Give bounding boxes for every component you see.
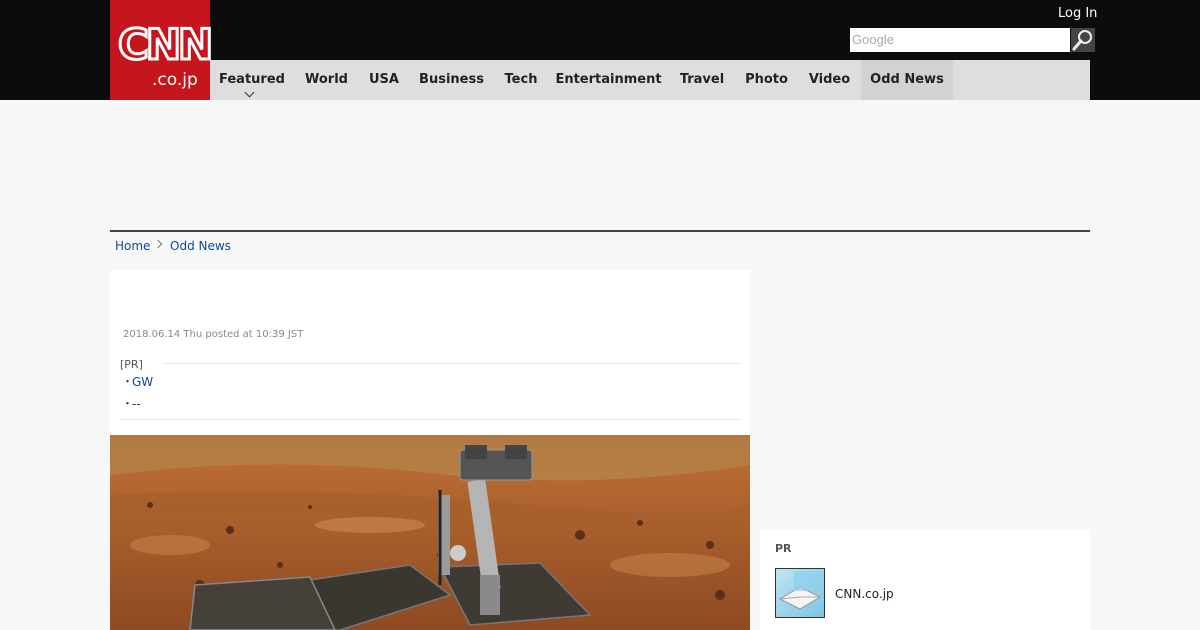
logo-subtext: .co.jp (152, 70, 198, 90)
pr-item-link[interactable]: CNN.co.jp (835, 587, 894, 601)
nav-item-travel[interactable]: Travel (669, 60, 735, 100)
nav-item-usa[interactable]: USA (359, 60, 409, 100)
pr-thumbnail[interactable] (775, 568, 825, 618)
article-date: 2018.06.14 Thu posted at 10:39 JST (123, 329, 304, 340)
sidebar-pr-box: PR CNN.co.jp (760, 530, 1090, 630)
nav-item-entertainment[interactable]: Entertainment (548, 60, 669, 100)
nav-item-tech[interactable]: Tech (494, 60, 548, 100)
nav-item-odd-news[interactable]: Odd News (861, 60, 953, 100)
article-photo[interactable] (110, 435, 750, 630)
envelope-icon (778, 571, 824, 610)
section-divider (110, 230, 1090, 232)
login-link[interactable]: Log In (1058, 6, 1097, 22)
nav-item-video[interactable]: Video (798, 60, 861, 100)
chevron-down-icon (244, 87, 255, 98)
search-icon (1072, 30, 1092, 51)
breadcrumb-odd-news[interactable]: Odd News (170, 238, 231, 254)
nav-item-business[interactable]: Business (409, 60, 494, 100)
pr-label: [PR] (120, 358, 143, 371)
divider-line (120, 419, 740, 420)
main-nav: Featured World USA Business Tech Enterta… (210, 60, 1090, 100)
logo-text: CNN (116, 20, 214, 69)
pr-link-gw[interactable]: GW (132, 375, 153, 389)
nav-item-world[interactable]: World (294, 60, 359, 100)
divider-line (162, 363, 740, 364)
search-input[interactable]: Google (850, 28, 1070, 52)
nav-item-photo[interactable]: Photo (735, 60, 798, 100)
search-placeholder: Google (852, 32, 894, 47)
chevron-right-icon (153, 239, 163, 249)
article-card: 2018.06.14 Thu posted at 10:39 JST [PR] … (110, 270, 750, 435)
search-button[interactable] (1071, 28, 1095, 52)
pr-link-dashes[interactable]: -- (132, 397, 141, 411)
mars-rover-image (110, 435, 750, 630)
cnn-logo[interactable]: CNN .co.jp (110, 0, 215, 100)
nav-label: Featured (219, 72, 285, 87)
breadcrumb-home[interactable]: Home (115, 238, 150, 254)
pr-box-title: PR (775, 542, 792, 555)
nav-item-featured[interactable]: Featured (210, 60, 294, 100)
